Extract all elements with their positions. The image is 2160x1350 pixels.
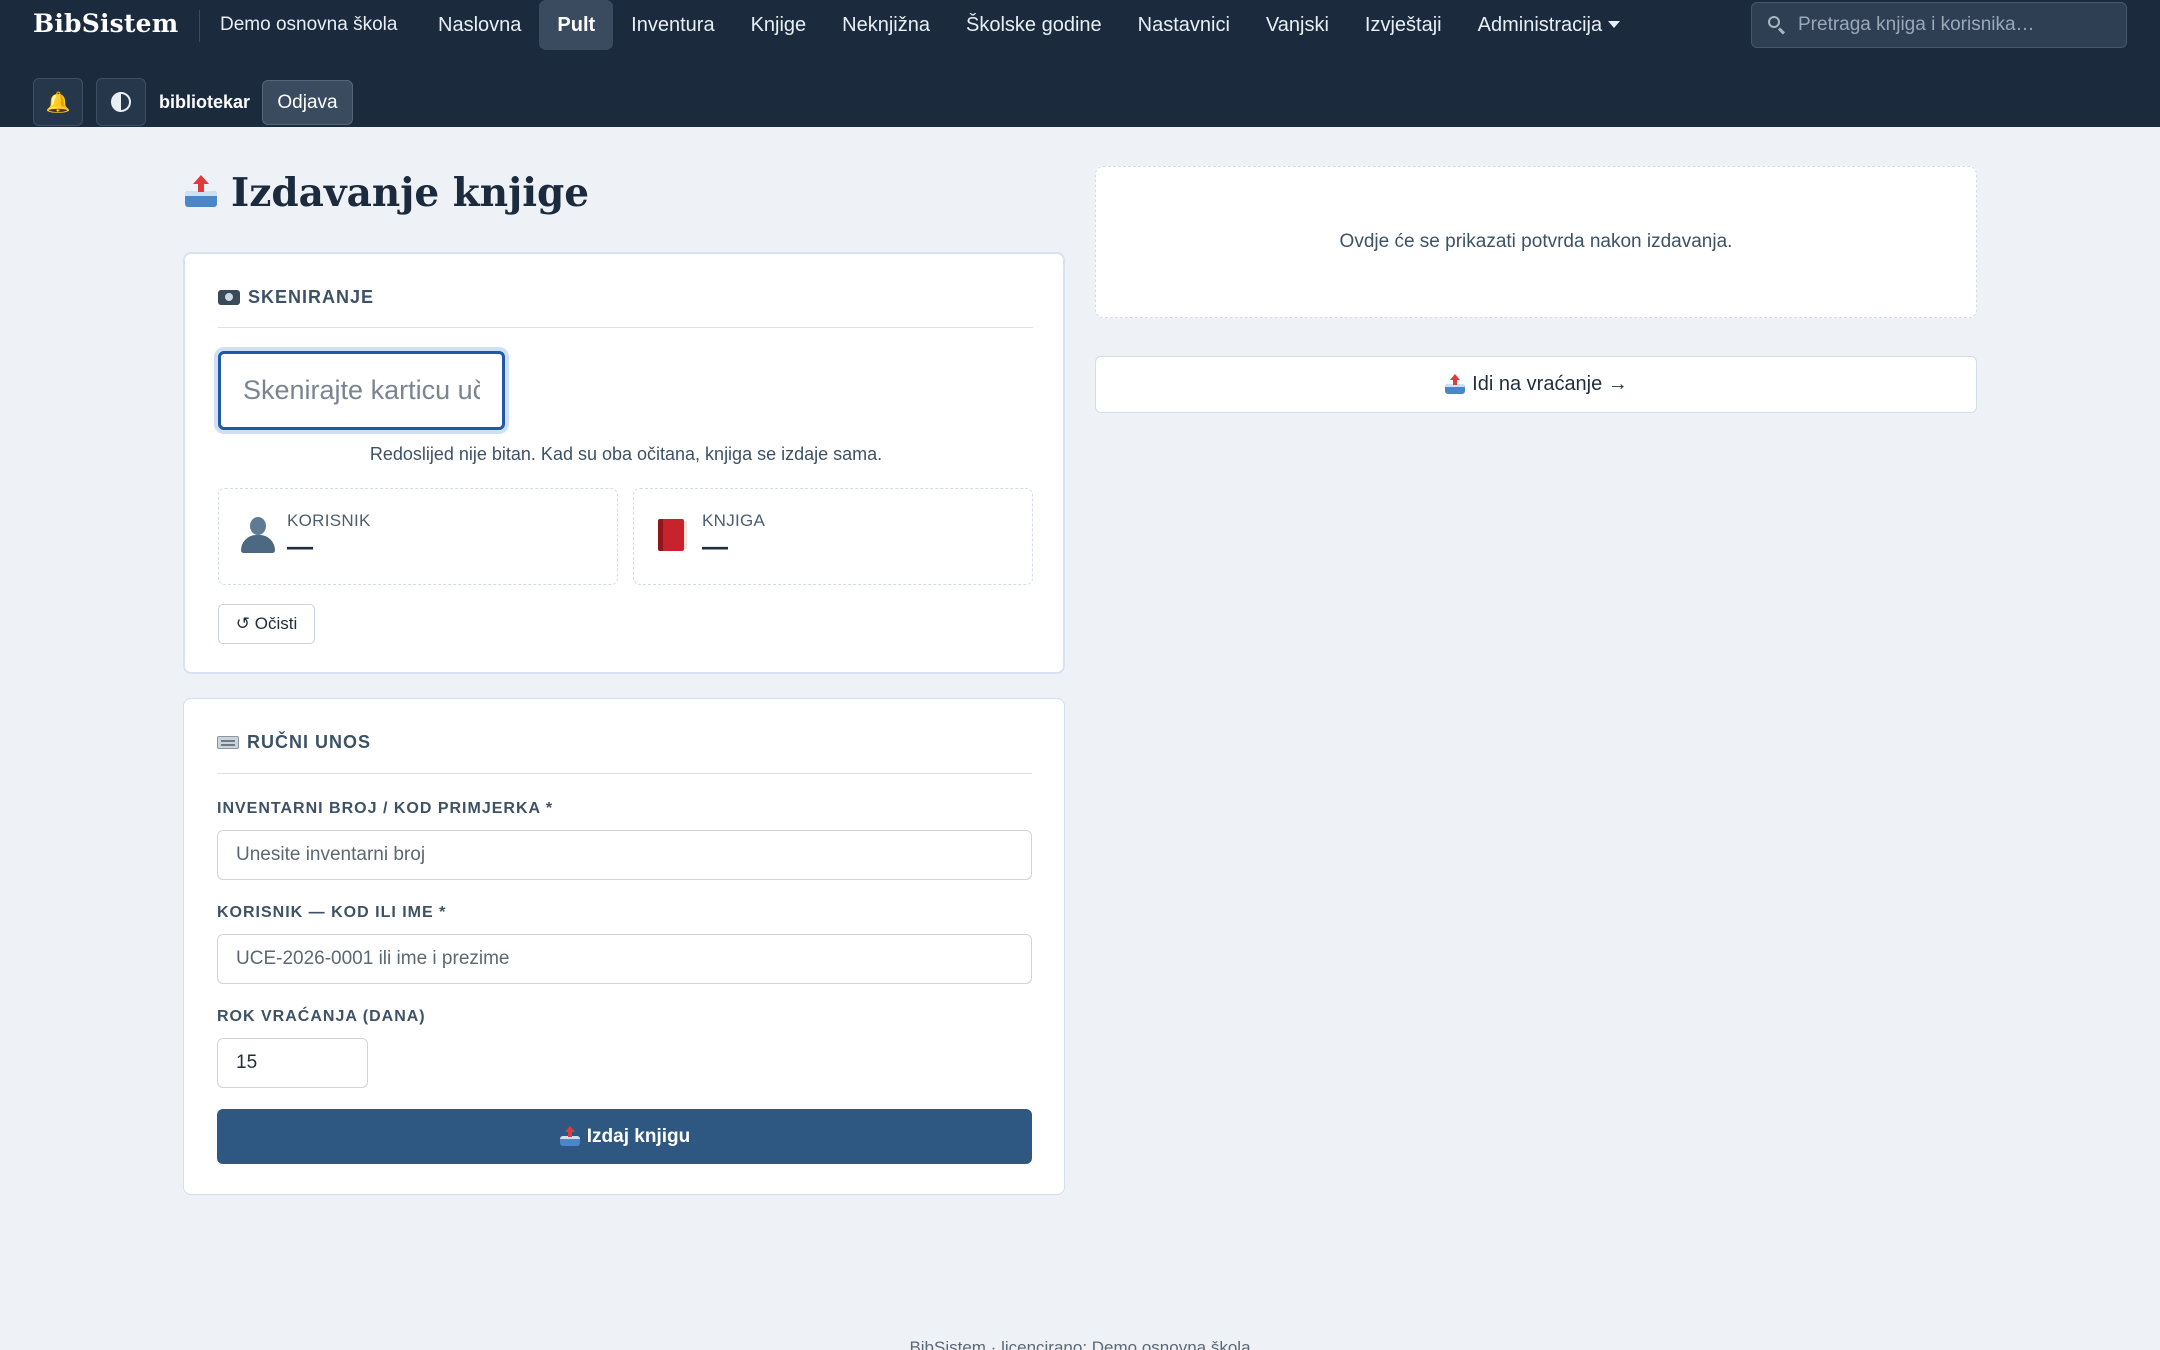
keyboard-icon (217, 736, 239, 749)
issue-book-button-label: Izdaj knjigu (586, 1125, 691, 1147)
page-title: Izdavanje knjige (183, 170, 589, 216)
logout-button[interactable]: Odjava (262, 80, 353, 125)
brand-logo[interactable]: BibSistem (33, 9, 178, 38)
current-user: bibliotekar (159, 92, 251, 112)
scanned-user-slot: KORISNIK — (218, 488, 618, 585)
page-title-text: Izdavanje knjige (231, 170, 590, 216)
main-nav: Naslovna Pult Inventura Knjige Neknjižna… (420, 0, 1638, 50)
inventory-number-label: INVENTARNI BROJ / KOD PRIMJERKA * (217, 800, 554, 817)
nav-item-izvjestaji[interactable]: Izvještaji (1347, 0, 1460, 50)
nav-item-administracija-label: Administracija (1477, 14, 1603, 36)
divider (217, 773, 1032, 774)
scanned-book-value: — (702, 531, 728, 561)
nav-item-vanjski[interactable]: Vanjski (1248, 0, 1347, 50)
scanned-book-slot: KNJIGA — (633, 488, 1033, 585)
manual-entry-card: RUČNI UNOS INVENTARNI BROJ / KOD PRIMJER… (183, 698, 1065, 1195)
notifications-button[interactable]: 🔔 (33, 78, 83, 126)
nav-item-naslovna[interactable]: Naslovna (420, 0, 539, 50)
camera-icon (218, 290, 240, 305)
inventory-number-field[interactable] (217, 830, 1032, 880)
return-days-field[interactable] (217, 1038, 368, 1088)
confirmation-text: Ovdje će se prikazati potvrda nakon izda… (1339, 231, 1733, 252)
clear-button[interactable]: ↺ Očisti (218, 604, 315, 644)
nav-item-neknjizna[interactable]: Neknjižna (824, 0, 948, 50)
chevron-down-icon (1608, 21, 1621, 28)
nav-item-nastavnici[interactable]: Nastavnici (1120, 0, 1248, 50)
user-icon (241, 517, 275, 557)
contrast-icon (111, 92, 131, 112)
search-input[interactable] (1798, 14, 2118, 36)
nav-item-administracija[interactable]: Administracija (1460, 0, 1638, 50)
brand-divider (199, 10, 200, 42)
search-icon (1766, 14, 1788, 36)
theme-toggle-button[interactable] (96, 78, 146, 126)
confirmation-placeholder: Ovdje će se prikazati potvrda nakon izda… (1095, 166, 1977, 318)
top-navigation-bar: BibSistem Demo osnovna škola Naslovna Pu… (0, 0, 2160, 127)
scanned-user-value: — (287, 531, 313, 561)
manual-card-title-text: RUČNI UNOS (247, 732, 372, 752)
go-to-return-button[interactable]: Idi na vraćanje → (1095, 356, 1977, 413)
scan-hint: Redoslijed nije bitan. Kad su oba očitan… (369, 444, 883, 464)
scan-card-title: SKENIRANJE (218, 287, 374, 308)
inbox-tray-icon (1444, 373, 1466, 396)
outbox-tray-icon (183, 175, 219, 211)
issue-book-button[interactable]: Izdaj knjigu (217, 1109, 1032, 1164)
global-search[interactable] (1751, 2, 2127, 48)
bell-icon: 🔔 (45, 91, 71, 114)
book-icon (658, 519, 687, 551)
return-days-label: ROK VRAĆANJA (DANA) (217, 1008, 426, 1025)
user-code-field[interactable] (217, 934, 1032, 984)
go-to-return-label: Idi na vraćanje → (1472, 373, 1628, 395)
outbox-tray-icon (559, 1125, 581, 1148)
manual-card-title: RUČNI UNOS (217, 732, 371, 753)
nav-item-pult[interactable]: Pult (539, 0, 614, 50)
nav-item-knjige[interactable]: Knjige (733, 0, 825, 50)
scanned-user-label: KORISNIK (287, 511, 371, 530)
divider (218, 327, 1033, 328)
footer-text: BibSistem · licencirano: Demo osnovna šk… (909, 1338, 1251, 1350)
scan-input[interactable] (218, 351, 505, 430)
scan-card: SKENIRANJE Redoslijed nije bitan. Kad su… (183, 252, 1065, 674)
scan-card-title-text: SKENIRANJE (248, 287, 375, 307)
scanned-book-label: KNJIGA (702, 511, 766, 530)
school-name: Demo osnovna škola (220, 14, 398, 35)
nav-item-inventura[interactable]: Inventura (613, 0, 732, 50)
user-code-label: KORISNIK — KOD ILI IME * (217, 904, 447, 921)
nav-item-skolske-godine[interactable]: Školske godine (948, 0, 1120, 50)
